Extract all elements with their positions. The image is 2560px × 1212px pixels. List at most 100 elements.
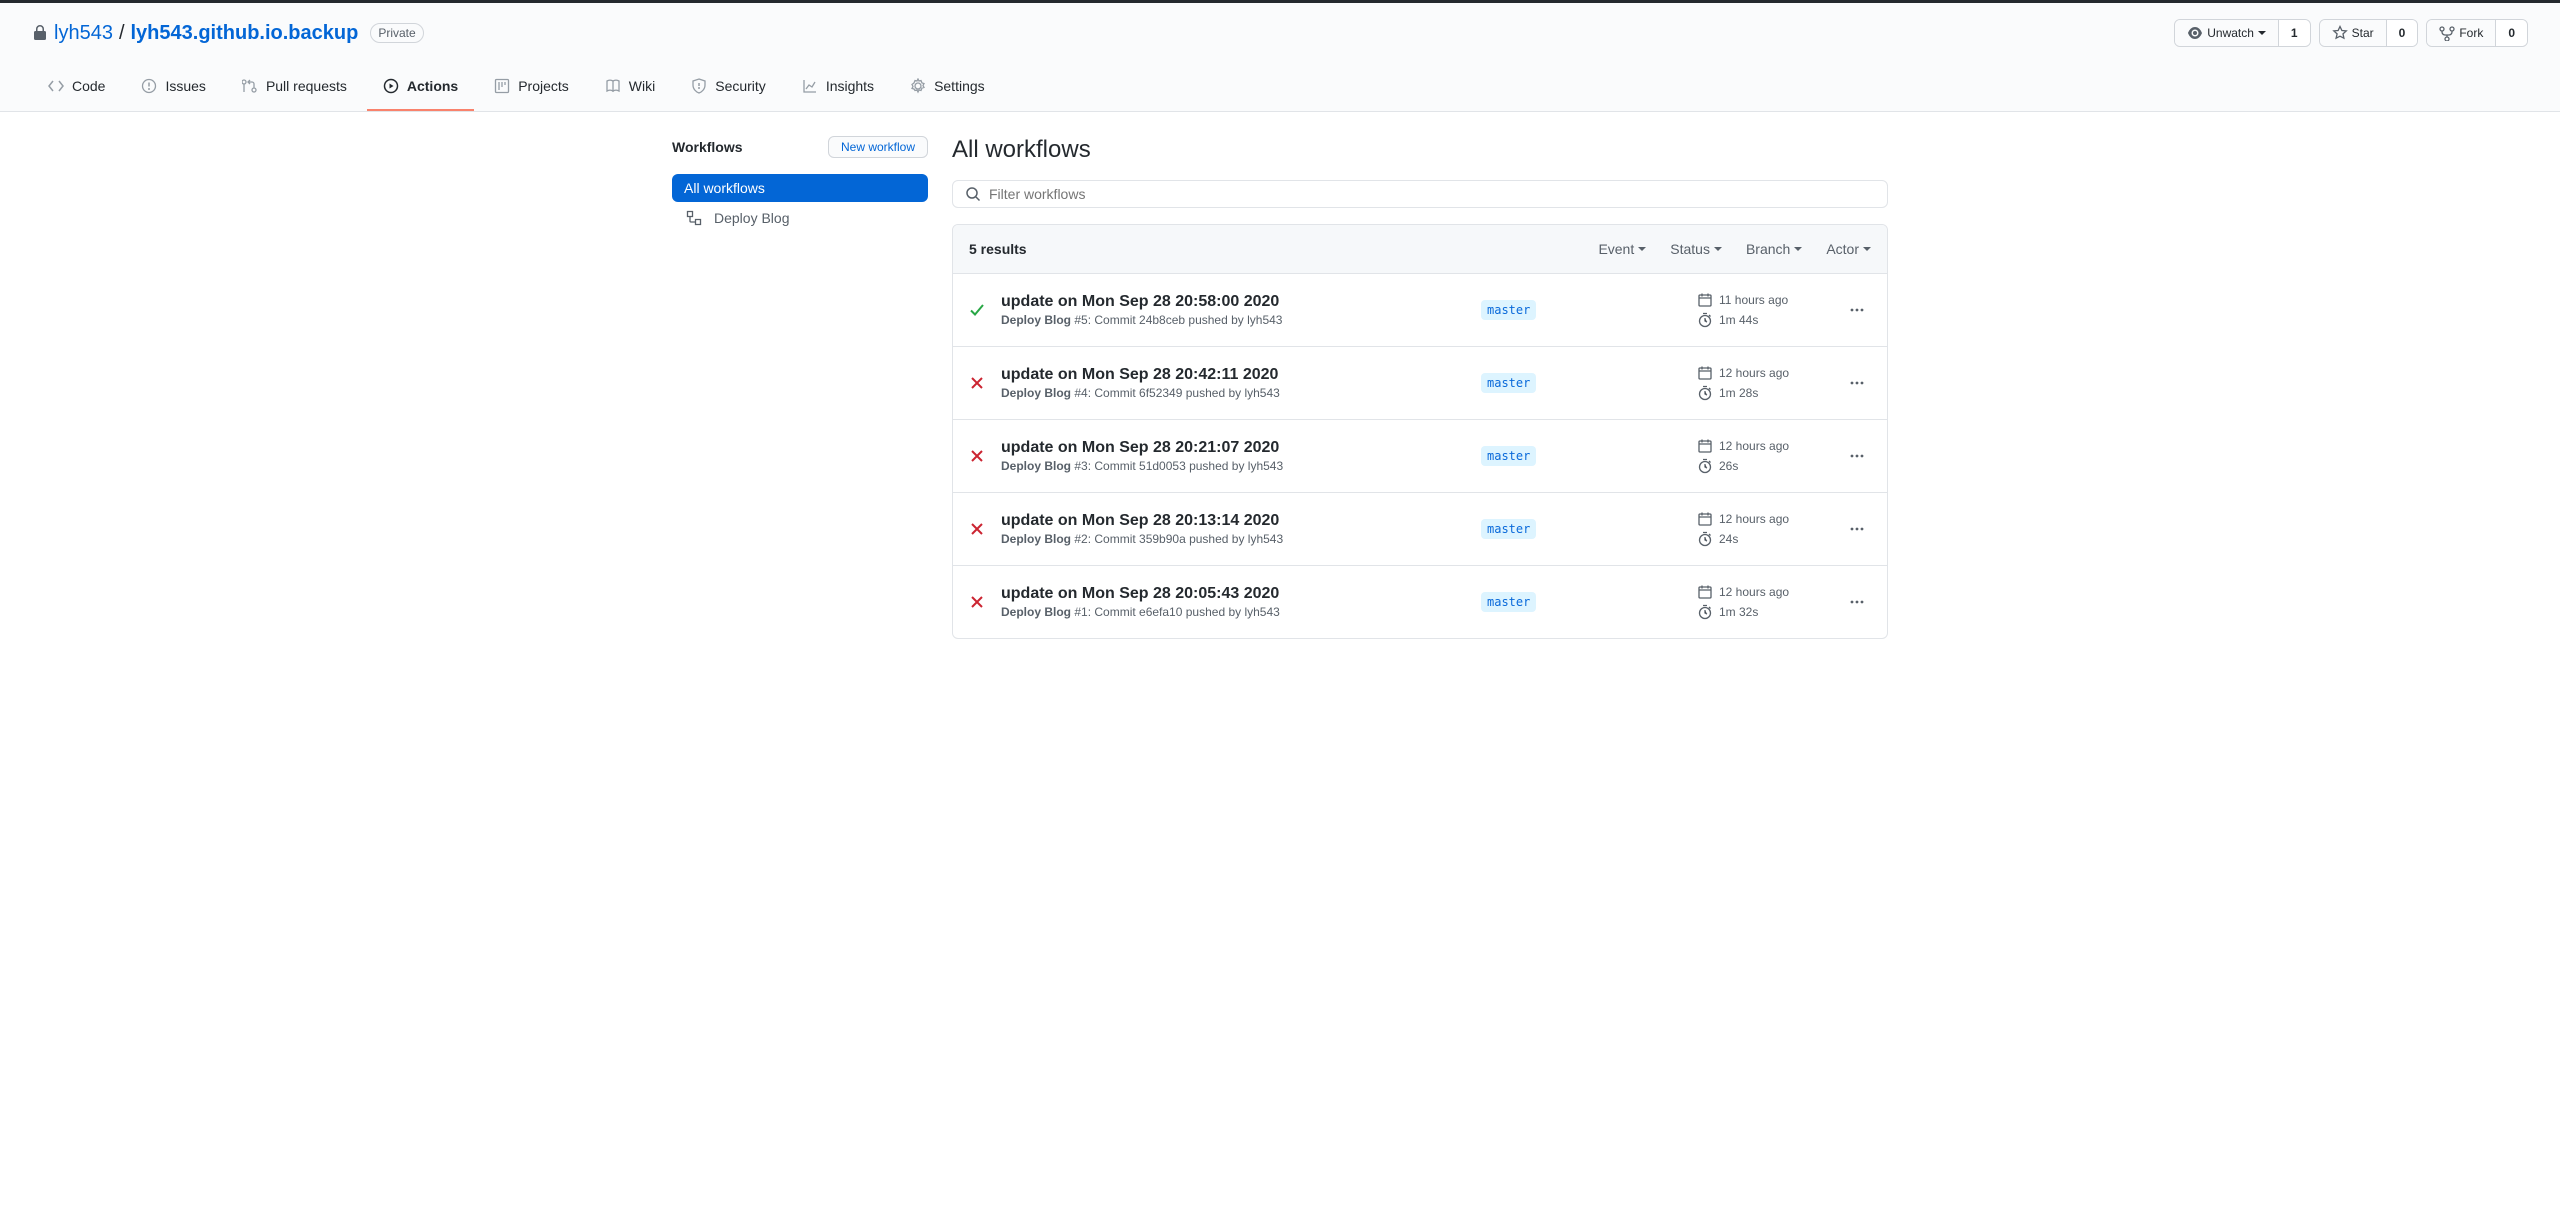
repo-name-link[interactable]: lyh543.github.io.backup [131,22,359,44]
star-count[interactable]: 0 [2386,20,2418,46]
caret-down-icon [1638,247,1646,255]
caret-down-icon [1794,247,1802,255]
stopwatch-icon [1697,312,1713,328]
star-icon [2332,25,2348,41]
calendar-icon [1697,365,1713,381]
run-title[interactable]: update on Mon Sep 28 20:05:43 2020 [1001,585,1465,603]
filter-status[interactable]: Status [1670,241,1722,257]
graph-icon [802,78,818,94]
filter-actor[interactable]: Actor [1826,241,1871,257]
gear-icon [910,78,926,94]
tab-pulls[interactable]: Pull requests [226,63,363,111]
run-menu-button[interactable] [1843,521,1871,537]
run-menu-button[interactable] [1843,302,1871,318]
workflow-run-row[interactable]: update on Mon Sep 28 20:21:07 2020 Deplo… [953,420,1887,493]
workflow-icon [686,210,702,226]
stopwatch-icon [1697,385,1713,401]
status-fail-icon [969,375,985,391]
run-subtitle: Deploy Blog #5: Commit 24b8ceb pushed by… [1001,313,1465,327]
stopwatch-icon [1697,531,1713,547]
stopwatch-icon [1697,604,1713,620]
run-menu-button[interactable] [1843,594,1871,610]
tab-code[interactable]: Code [32,63,121,111]
workflow-run-row[interactable]: update on Mon Sep 28 20:05:43 2020 Deplo… [953,566,1887,638]
star-button[interactable]: Star 0 [2319,19,2419,47]
calendar-icon [1697,584,1713,600]
run-subtitle: Deploy Blog #2: Commit 359b90a pushed by… [1001,532,1465,546]
star-label: Star [2352,23,2374,43]
run-timestamp: 11 hours ago [1697,290,1827,310]
run-title[interactable]: update on Mon Sep 28 20:21:07 2020 [1001,439,1465,457]
shield-icon [691,78,707,94]
run-timestamp: 12 hours ago [1697,582,1827,602]
branch-badge[interactable]: master [1481,446,1536,466]
calendar-icon [1697,438,1713,454]
pr-icon [242,78,258,94]
run-subtitle: Deploy Blog #3: Commit 51d0053 pushed by… [1001,459,1465,473]
watch-label: Unwatch [2207,23,2254,43]
filter-event[interactable]: Event [1598,241,1646,257]
lock-icon [32,25,48,41]
eye-icon [2187,25,2203,41]
sidebar-heading: Workflows [672,139,743,155]
search-input[interactable] [989,186,1875,202]
status-fail-icon [969,448,985,464]
repo-owner-link[interactable]: lyh543 [54,22,113,45]
results-count: 5 results [969,241,1027,257]
run-menu-button[interactable] [1843,375,1871,391]
project-icon [494,78,510,94]
run-title[interactable]: update on Mon Sep 28 20:42:11 2020 [1001,366,1465,384]
run-duration: 24s [1697,529,1827,549]
filter-branch[interactable]: Branch [1746,241,1802,257]
tab-settings[interactable]: Settings [894,63,1001,111]
run-timestamp: 12 hours ago [1697,509,1827,529]
run-menu-button[interactable] [1843,448,1871,464]
code-icon [48,78,64,94]
new-workflow-button[interactable]: New workflow [828,136,928,158]
run-duration: 26s [1697,456,1827,476]
workflow-run-row[interactable]: update on Mon Sep 28 20:58:00 2020 Deplo… [953,274,1887,347]
book-icon [605,78,621,94]
tab-actions[interactable]: Actions [367,63,474,111]
fork-label: Fork [2459,23,2483,43]
branch-badge[interactable]: master [1481,519,1536,539]
status-fail-icon [969,521,985,537]
fork-count[interactable]: 0 [2495,20,2527,46]
search-box[interactable] [952,180,1888,208]
issue-icon [141,78,157,94]
visibility-badge: Private [370,23,423,43]
watch-button[interactable]: Unwatch 1 [2174,19,2310,47]
fork-button[interactable]: Fork 0 [2426,19,2528,47]
tab-insights[interactable]: Insights [786,63,890,111]
run-duration: 1m 44s [1697,310,1827,330]
run-duration: 1m 28s [1697,383,1827,403]
calendar-icon [1697,292,1713,308]
workflow-run-row[interactable]: update on Mon Sep 28 20:42:11 2020 Deplo… [953,347,1887,420]
branch-badge[interactable]: master [1481,300,1536,320]
branch-badge[interactable]: master [1481,373,1536,393]
play-icon [383,78,399,94]
run-title[interactable]: update on Mon Sep 28 20:13:14 2020 [1001,512,1465,530]
run-subtitle: Deploy Blog #4: Commit 6f52349 pushed by… [1001,386,1465,400]
sidebar-workflow-label: Deploy Blog [714,210,790,226]
tab-wiki[interactable]: Wiki [589,63,671,111]
search-icon [965,186,981,202]
tab-security[interactable]: Security [675,63,782,111]
run-timestamp: 12 hours ago [1697,363,1827,383]
run-subtitle: Deploy Blog #1: Commit e6efa10 pushed by… [1001,605,1465,619]
workflow-run-row[interactable]: update on Mon Sep 28 20:13:14 2020 Deplo… [953,493,1887,566]
caret-down-icon [1863,247,1871,255]
watch-count[interactable]: 1 [2278,20,2310,46]
branch-badge[interactable]: master [1481,592,1536,612]
run-duration: 1m 32s [1697,602,1827,622]
sidebar-all-workflows[interactable]: All workflows [672,174,928,202]
page-title: All workflows [952,136,1888,164]
tab-projects[interactable]: Projects [478,63,585,111]
run-title[interactable]: update on Mon Sep 28 20:58:00 2020 [1001,293,1465,311]
sidebar-workflow-item[interactable]: Deploy Blog [672,204,928,232]
fork-icon [2439,25,2455,41]
calendar-icon [1697,511,1713,527]
run-timestamp: 12 hours ago [1697,436,1827,456]
tab-issues[interactable]: Issues [125,63,221,111]
caret-down-icon [1714,247,1722,255]
